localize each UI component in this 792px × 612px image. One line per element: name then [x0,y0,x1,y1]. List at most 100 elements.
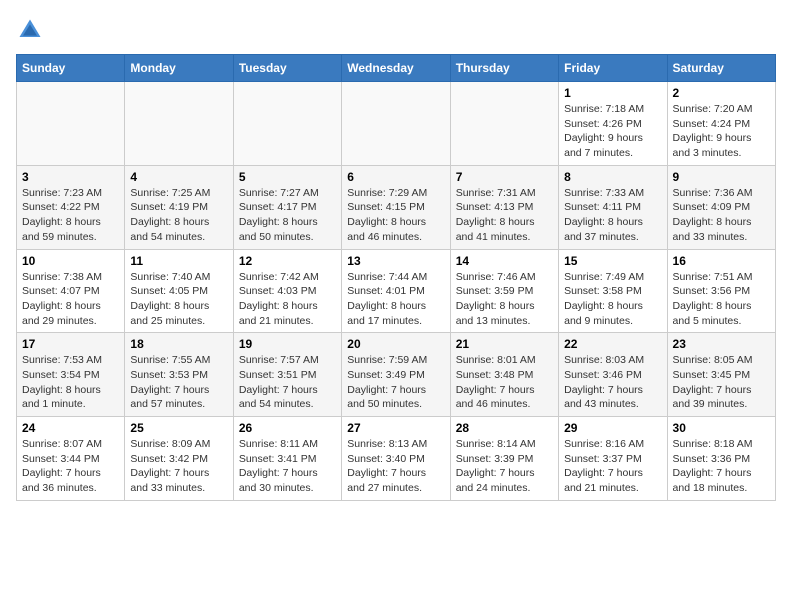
calendar-cell [17,82,125,166]
calendar-header-tuesday: Tuesday [233,55,341,82]
calendar-header-thursday: Thursday [450,55,558,82]
calendar-cell: 17Sunrise: 7:53 AM Sunset: 3:54 PM Dayli… [17,333,125,417]
calendar-cell: 10Sunrise: 7:38 AM Sunset: 4:07 PM Dayli… [17,249,125,333]
calendar-cell: 8Sunrise: 7:33 AM Sunset: 4:11 PM Daylig… [559,165,667,249]
calendar-header-saturday: Saturday [667,55,775,82]
day-info: Sunrise: 7:42 AM Sunset: 4:03 PM Dayligh… [239,270,336,329]
day-info: Sunrise: 8:11 AM Sunset: 3:41 PM Dayligh… [239,437,336,496]
calendar-table: SundayMondayTuesdayWednesdayThursdayFrid… [16,54,776,501]
day-info: Sunrise: 8:14 AM Sunset: 3:39 PM Dayligh… [456,437,553,496]
day-info: Sunrise: 7:53 AM Sunset: 3:54 PM Dayligh… [22,353,119,412]
calendar-cell: 29 Sunrise: 8:16 AM Sunset: 3:37 PM Dayli… [559,417,667,501]
day-number: 25 [130,421,227,435]
day-info: Sunrise: 7:51 AM Sunset: 3:56 PM Dayligh… [673,270,770,329]
calendar-cell: 27 Sunrise: 8:13 AM Sunset: 3:40 PM Dayli… [342,417,450,501]
day-info: Sunrise: 8:03 AM Sunset: 3:46 PM Dayligh… [564,353,661,412]
day-info: Sunrise: 7:40 AM Sunset: 4:05 PM Dayligh… [130,270,227,329]
calendar-cell [342,82,450,166]
calendar-cell: 25Sunrise: 8:09 AM Sunset: 3:42 PM Dayli… [125,417,233,501]
day-number: 12 [239,254,336,268]
calendar-cell: 23Sunrise: 8:05 AM Sunset: 3:45 PM Dayli… [667,333,775,417]
day-info: Sunrise: 7:31 AM Sunset: 4:13 PM Dayligh… [456,186,553,245]
logo-icon [16,16,44,44]
day-info: Sunrise: 7:18 AM Sunset: 4:26 PM Dayligh… [564,102,661,161]
logo [16,16,48,44]
day-number: 24 [22,421,119,435]
day-number: 9 [673,170,770,184]
calendar-cell: 9 Sunrise: 7:36 AM Sunset: 4:09 PM Daylig… [667,165,775,249]
day-number: 27 [347,421,444,435]
day-info: Sunrise: 7:44 AM Sunset: 4:01 PM Dayligh… [347,270,444,329]
calendar-cell: 6Sunrise: 7:29 AM Sunset: 4:15 PM Daylig… [342,165,450,249]
day-number: 16 [673,254,770,268]
day-info: Sunrise: 7:27 AM Sunset: 4:17 PM Dayligh… [239,186,336,245]
day-info: Sunrise: 7:25 AM Sunset: 4:19 PM Dayligh… [130,186,227,245]
day-info: Sunrise: 8:18 AM Sunset: 3:36 PM Dayligh… [673,437,770,496]
day-number: 21 [456,337,553,351]
calendar-header-wednesday: Wednesday [342,55,450,82]
calendar-header-monday: Monday [125,55,233,82]
day-info: Sunrise: 7:59 AM Sunset: 3:49 PM Dayligh… [347,353,444,412]
calendar-cell: 30 Sunrise: 8:18 AM Sunset: 3:36 PM Dayli… [667,417,775,501]
day-info: Sunrise: 7:23 AM Sunset: 4:22 PM Dayligh… [22,186,119,245]
calendar-week-row: 1 Sunrise: 7:18 AM Sunset: 4:26 PM Daylig… [17,82,776,166]
day-number: 11 [130,254,227,268]
day-number: 7 [456,170,553,184]
calendar-cell: 28 Sunrise: 8:14 AM Sunset: 3:39 PM Dayli… [450,417,558,501]
calendar-cell: 11 Sunrise: 7:40 AM Sunset: 4:05 PM Dayli… [125,249,233,333]
calendar-cell: 16 Sunrise: 7:51 AM Sunset: 3:56 PM Dayli… [667,249,775,333]
calendar-cell: 24 Sunrise: 8:07 AM Sunset: 3:44 PM Dayli… [17,417,125,501]
calendar-cell: 14Sunrise: 7:46 AM Sunset: 3:59 PM Dayli… [450,249,558,333]
calendar-week-row: 10Sunrise: 7:38 AM Sunset: 4:07 PM Dayli… [17,249,776,333]
calendar-cell: 4 Sunrise: 7:25 AM Sunset: 4:19 PM Daylig… [125,165,233,249]
day-info: Sunrise: 7:57 AM Sunset: 3:51 PM Dayligh… [239,353,336,412]
day-number: 3 [22,170,119,184]
day-number: 13 [347,254,444,268]
calendar-cell: 5 Sunrise: 7:27 AM Sunset: 4:17 PM Daylig… [233,165,341,249]
calendar-cell: 26 Sunrise: 8:11 AM Sunset: 3:41 PM Dayli… [233,417,341,501]
day-number: 5 [239,170,336,184]
day-number: 28 [456,421,553,435]
day-number: 8 [564,170,661,184]
day-number: 2 [673,86,770,100]
calendar-cell: 15 Sunrise: 7:49 AM Sunset: 3:58 PM Dayli… [559,249,667,333]
day-number: 1 [564,86,661,100]
calendar-cell: 3 Sunrise: 7:23 AM Sunset: 4:22 PM Daylig… [17,165,125,249]
day-number: 10 [22,254,119,268]
day-number: 14 [456,254,553,268]
calendar-cell: 19 Sunrise: 7:57 AM Sunset: 3:51 PM Dayli… [233,333,341,417]
day-number: 26 [239,421,336,435]
calendar-cell [233,82,341,166]
day-info: Sunrise: 8:05 AM Sunset: 3:45 PM Dayligh… [673,353,770,412]
day-info: Sunrise: 7:20 AM Sunset: 4:24 PM Dayligh… [673,102,770,161]
calendar-header-row: SundayMondayTuesdayWednesdayThursdayFrid… [17,55,776,82]
day-number: 15 [564,254,661,268]
day-info: Sunrise: 8:07 AM Sunset: 3:44 PM Dayligh… [22,437,119,496]
calendar-week-row: 24 Sunrise: 8:07 AM Sunset: 3:44 PM Dayli… [17,417,776,501]
calendar-cell: 2 Sunrise: 7:20 AM Sunset: 4:24 PM Daylig… [667,82,775,166]
calendar-week-row: 3 Sunrise: 7:23 AM Sunset: 4:22 PM Daylig… [17,165,776,249]
day-number: 6 [347,170,444,184]
day-number: 4 [130,170,227,184]
day-number: 20 [347,337,444,351]
calendar-cell: 22 Sunrise: 8:03 AM Sunset: 3:46 PM Dayli… [559,333,667,417]
day-number: 19 [239,337,336,351]
day-number: 18 [130,337,227,351]
calendar-cell: 21Sunrise: 8:01 AM Sunset: 3:48 PM Dayli… [450,333,558,417]
calendar-cell [125,82,233,166]
calendar-cell: 12 Sunrise: 7:42 AM Sunset: 4:03 PM Dayli… [233,249,341,333]
day-info: Sunrise: 8:13 AM Sunset: 3:40 PM Dayligh… [347,437,444,496]
day-number: 29 [564,421,661,435]
day-info: Sunrise: 7:55 AM Sunset: 3:53 PM Dayligh… [130,353,227,412]
page-header [16,16,776,44]
calendar-cell: 1 Sunrise: 7:18 AM Sunset: 4:26 PM Daylig… [559,82,667,166]
day-info: Sunrise: 7:36 AM Sunset: 4:09 PM Dayligh… [673,186,770,245]
day-info: Sunrise: 8:16 AM Sunset: 3:37 PM Dayligh… [564,437,661,496]
calendar-cell: 13 Sunrise: 7:44 AM Sunset: 4:01 PM Dayli… [342,249,450,333]
day-info: Sunrise: 7:49 AM Sunset: 3:58 PM Dayligh… [564,270,661,329]
calendar-header-friday: Friday [559,55,667,82]
day-number: 30 [673,421,770,435]
calendar-cell: 7 Sunrise: 7:31 AM Sunset: 4:13 PM Daylig… [450,165,558,249]
calendar-cell: 20 Sunrise: 7:59 AM Sunset: 3:49 PM Dayli… [342,333,450,417]
day-number: 22 [564,337,661,351]
